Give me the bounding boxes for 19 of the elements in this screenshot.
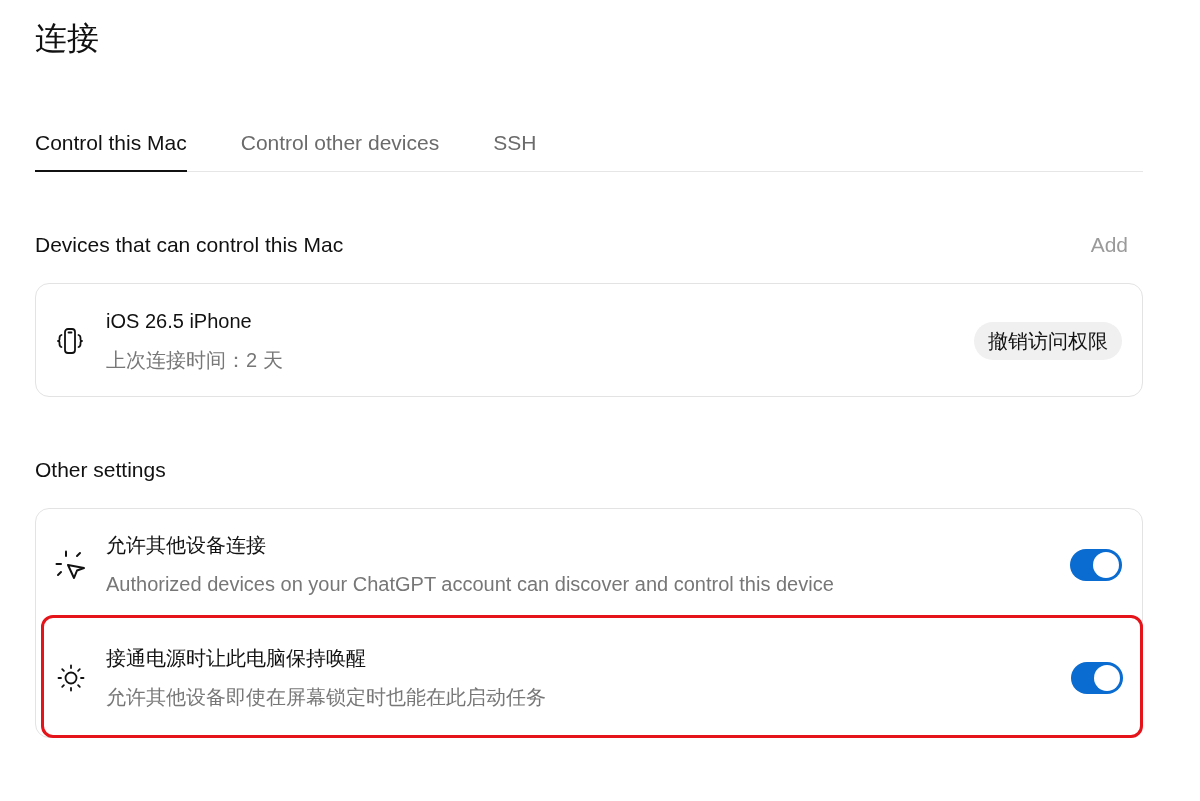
section-heading: Other settings xyxy=(35,457,167,483)
tab[interactable]: SSH xyxy=(493,130,537,172)
toggle-switch[interactable] xyxy=(1070,548,1122,581)
section-heading: Devices that can control this Mac xyxy=(35,232,344,258)
setting-title: 允许其他设备连接 xyxy=(106,533,267,558)
add-button[interactable]: Add xyxy=(1090,231,1128,259)
setting-title: 接通电源时让此电脑保持唤醒 xyxy=(106,646,367,671)
phone-vibrate-icon xyxy=(55,326,85,355)
tab[interactable]: Control other devices xyxy=(240,130,440,172)
toggle-switch[interactable] xyxy=(1071,661,1123,694)
setting-description: Authorized devices on your ChatGPT account can discover and control this device xyxy=(106,572,835,597)
tab[interactable]: Control this Mac xyxy=(35,130,187,172)
last-connected-text: 上次连接时间：2 天 xyxy=(106,348,284,373)
sun-icon xyxy=(57,663,85,692)
device-name: iOS 26.5 iPhone xyxy=(106,309,253,334)
setting-description: 允许其他设备即使在屏幕锁定时也能在此启动任务 xyxy=(106,685,547,710)
cursor-sparkle-icon xyxy=(55,549,87,580)
page-title: 连接 xyxy=(35,19,100,58)
revoke-access-button[interactable]: 撤销访问权限 xyxy=(974,321,1122,360)
